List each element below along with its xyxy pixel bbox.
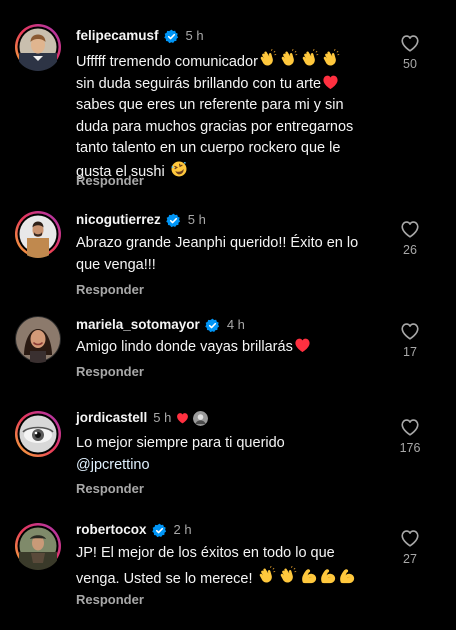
comment-text: Amigo lindo donde vayas brillarás	[76, 337, 402, 359]
like-area: 50	[388, 34, 432, 72]
reply-button[interactable]: Responder	[76, 172, 144, 190]
author-avatar	[193, 410, 209, 426]
clapping-hands-emoji	[322, 48, 342, 68]
reply-button[interactable]: Responder	[76, 363, 144, 381]
verified-badge-icon	[166, 213, 181, 228]
username[interactable]: mariela_sotomayor	[76, 315, 200, 335]
comment-text: Abrazo grande Jeanphi querido!! Éxito en…	[76, 235, 359, 273]
avatar[interactable]	[14, 210, 62, 258]
comment-item: mariela_sotomayor 4 h Amigo lindo donde …	[0, 310, 456, 400]
avatar[interactable]	[14, 522, 62, 570]
heart-outline-icon[interactable]	[400, 529, 420, 547]
comment-text: Ufffff tremendo comunicador sin duda seg…	[76, 48, 402, 183]
avatar[interactable]	[14, 315, 62, 363]
timestamp: 4 h	[226, 317, 245, 332]
comment-text: JP! El mejor de los éxitos en todo lo qu…	[76, 543, 402, 590]
flexed-biceps-emoji	[319, 567, 337, 585]
comment-item: robertocox 2 h JP! El mejor de los éxito…	[0, 510, 456, 630]
timestamp: 5 h	[185, 28, 204, 43]
clapping-hands-emoji	[280, 48, 300, 68]
red-heart-emoji	[322, 74, 339, 90]
username[interactable]: jordicastell	[76, 408, 147, 428]
verified-badge-icon	[164, 29, 179, 44]
rolling-on-floor-laughing-emoji	[170, 160, 188, 178]
like-count: 27	[403, 552, 417, 566]
red-heart-emoji	[294, 337, 311, 353]
like-area: 176	[388, 418, 432, 456]
liked-by-author-heart-icon	[176, 412, 189, 424]
like-count: 50	[403, 57, 417, 71]
timestamp: 5 h	[187, 212, 206, 227]
like-area: 17	[388, 322, 432, 360]
heart-outline-icon[interactable]	[400, 322, 420, 340]
reply-button[interactable]: Responder	[76, 281, 144, 299]
verified-badge-icon	[205, 318, 220, 333]
timestamp: 5 h	[153, 410, 172, 425]
clapping-hands-emoji	[259, 48, 279, 68]
comment-item: jordicastell 5 h Lo mejor siempre para t…	[0, 400, 456, 510]
clapping-hands-emoji	[258, 565, 278, 585]
username[interactable]: nicogutierrez	[76, 210, 161, 230]
clapping-hands-emoji	[301, 48, 321, 68]
flexed-biceps-emoji	[338, 567, 356, 585]
heart-outline-icon[interactable]	[400, 418, 420, 436]
avatar[interactable]	[14, 23, 62, 71]
reply-button[interactable]: Responder	[76, 480, 144, 498]
timestamp: 2 h	[173, 522, 192, 537]
reply-button[interactable]: Responder	[76, 591, 144, 609]
comment-text: Lo mejor siempre para ti querido @jpcret…	[76, 433, 402, 476]
username[interactable]: felipecamusf	[76, 26, 159, 46]
like-area: 27	[388, 529, 432, 567]
comment-item: nicogutierrez 5 h Abrazo grande Jeanphi …	[0, 200, 456, 310]
mention-link[interactable]: @jpcrettino	[76, 455, 402, 477]
like-area: 26	[388, 220, 432, 258]
like-count: 176	[399, 441, 421, 455]
clapping-hands-emoji	[279, 565, 299, 585]
verified-badge-icon	[152, 523, 167, 538]
heart-outline-icon[interactable]	[400, 34, 420, 52]
flexed-biceps-emoji	[300, 567, 318, 585]
avatar[interactable]	[14, 410, 62, 458]
username[interactable]: robertocox	[76, 520, 147, 540]
like-count: 17	[403, 345, 417, 359]
like-count: 26	[403, 243, 417, 257]
heart-outline-icon[interactable]	[400, 220, 420, 238]
comment-item: felipecamusf 5 h Ufffff tremendo comunic…	[0, 0, 456, 200]
